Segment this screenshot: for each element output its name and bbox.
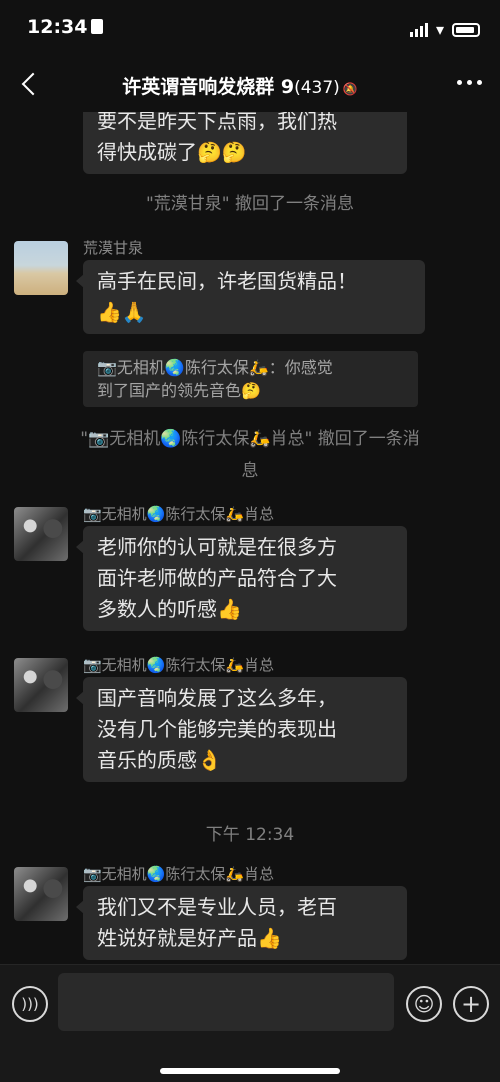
quote-line: 📷无相机🌏陈行太保🛵：你感觉 [97,358,333,377]
recall-line: 息 [241,461,259,481]
message-input[interactable] [58,973,394,1031]
recall-notice: "荒漠甘泉" 撤回了一条消息 [145,194,355,214]
message-line: 多数人的听感👍 [97,597,242,621]
chevron-left-icon [21,72,45,96]
group-name: 许英谓音响发烧群 9 [122,76,295,98]
person-icon [91,19,104,34]
message-line: 要不是昨天下点雨，我们热 [97,112,337,133]
back-button[interactable] [12,66,48,102]
status-time-label: 12:34 [27,16,88,38]
message-list[interactable]: 要不是昨天下点雨，我们热 得快成碳了🤔🤔 "荒漠甘泉" 撤回了一条消息 荒漠甘泉… [0,112,500,964]
voice-icon: ))) [21,995,39,1013]
message-line: 我们又不是专业人员，老百 [97,895,337,919]
status-time: 12:34 [27,16,104,38]
message-line: 👍🙏 [97,300,147,324]
plus-icon: + [460,990,482,1018]
home-indicator [160,1068,340,1074]
message-bubble[interactable]: 我们又不是专业人员，老百 姓说好就是好产品👍 [76,886,407,960]
nav-bar: 许英谓音响发烧群 9(437) 🔕 [0,56,500,112]
message-bubble[interactable]: 高手在民间，许老国货精品！ 👍🙏 [76,260,425,334]
recall-line: "📷无相机🌏陈行太保🛵肖总" 撤回了一条消 [80,429,420,449]
avatar[interactable] [14,241,68,295]
quote-line: 到了国产的领先音色🤔 [97,381,261,400]
timestamp: 下午 12:34 [205,825,295,845]
message-line: 国产音响发展了这么多年， [97,686,337,710]
message-line: 老师你的认可就是在很多方 [97,535,337,559]
message-bubble[interactable]: 要不是昨天下点雨，我们热 得快成碳了🤔🤔 [83,112,407,174]
signal-icon [409,22,428,37]
mute-bell-icon: 🔕 [342,82,358,96]
more-button[interactable] [457,74,482,91]
recall-notice: "📷无相机🌏陈行太保🛵肖总" 撤回了一条消 息 [30,423,470,487]
sender-name: 📷无相机🌏陈行太保🛵肖总 [83,505,275,523]
sender-name: 荒漠甘泉 [83,239,144,257]
avatar[interactable] [14,867,68,921]
input-bar: ))) ☺ + [0,964,500,1082]
emoji-icon: ☺ [413,992,435,1016]
wifi-icon: ▾ [435,20,444,39]
message-line: 姓说好就是好产品👍 [97,926,282,950]
avatar[interactable] [14,507,68,561]
chat-title: 许英谓音响发烧群 9(437) 🔕 [60,72,420,99]
message-line: 音乐的质感👌 [97,748,222,772]
member-count: (437) [294,78,340,98]
voice-button[interactable]: ))) [12,986,48,1022]
quoted-message[interactable]: 📷无相机🌏陈行太保🛵：你感觉 到了国产的领先音色🤔 [83,351,418,407]
status-icons: ▾ [409,20,480,39]
avatar[interactable] [14,658,68,712]
message-line: 高手在民间，许老国货精品！ [97,269,357,293]
message-bubble[interactable]: 老师你的认可就是在很多方 面许老师做的产品符合了大 多数人的听感👍 [76,526,407,631]
message-line: 没有几个能够完美的表现出 [97,717,337,741]
battery-icon [452,22,480,37]
emoji-button[interactable]: ☺ [406,986,442,1022]
message-bubble[interactable]: 国产音响发展了这么多年， 没有几个能够完美的表现出 音乐的质感👌 [76,677,407,782]
sender-name: 📷无相机🌏陈行太保🛵肖总 [83,656,275,674]
sender-name: 📷无相机🌏陈行太保🛵肖总 [83,865,275,883]
message-line: 面许老师做的产品符合了大 [97,566,337,590]
more-options-button[interactable]: + [453,986,489,1022]
message-line: 得快成碳了🤔🤔 [97,140,247,164]
status-bar: 12:34 ▾ [0,0,500,56]
